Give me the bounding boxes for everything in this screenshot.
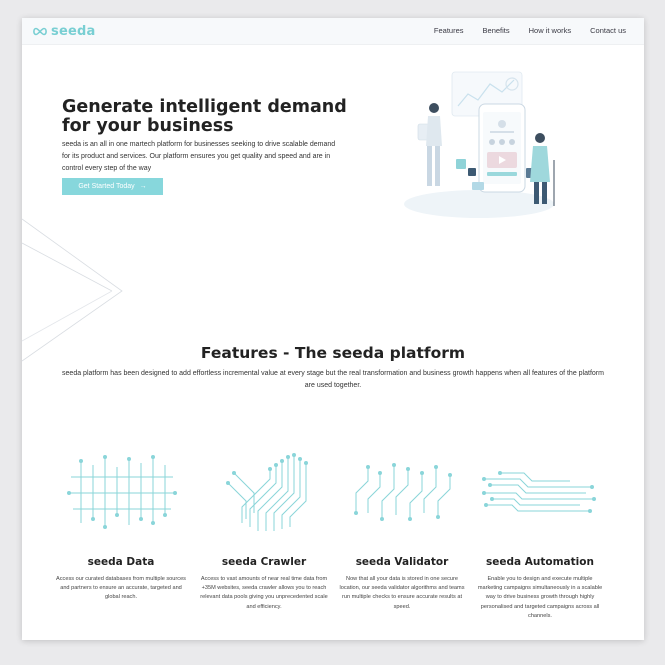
circuit-data-icon [67, 455, 177, 529]
feature-title-automation: seeda Automation [486, 556, 594, 568]
arrow-right-icon: → [139, 183, 147, 190]
infinity-logo-icon [33, 27, 47, 35]
get-started-label: Get Started Today [78, 183, 135, 190]
hero-title: Generate intelligent demand for your bus… [62, 97, 347, 136]
hero-illustration [404, 71, 555, 218]
feature-card-validator: seeda Validator Now that all your data i… [337, 453, 467, 610]
feature-card-automation: seeda Automation Enable you to design an… [475, 453, 605, 619]
nav-link-features[interactable]: Features [434, 26, 464, 35]
hero-description: seeda is an all in one martech platform … [62, 141, 336, 172]
top-navbar: seeda Features Benefits How it works Con… [22, 18, 644, 45]
feature-desc-automation: Enable you to design and execute multipl… [477, 576, 603, 619]
brand-name: seeda [51, 23, 96, 39]
feature-title-crawler: seeda Crawler [221, 556, 307, 568]
get-started-button[interactable]: Get Started Today → [62, 178, 163, 195]
circuit-crawler-icon [226, 453, 308, 531]
nav-link-how-it-works[interactable]: How it works [529, 26, 572, 35]
brand-logo[interactable]: seeda [32, 23, 95, 39]
nav-link-contact-us[interactable]: Contact us [590, 26, 626, 35]
feature-desc-data: Access our curated databases from multip… [56, 576, 186, 601]
page-frame: seeda Features Benefits How it works Con… [22, 18, 644, 640]
nav-link-benefits[interactable]: Benefits [483, 26, 510, 35]
feature-title-validator: seeda Validator [355, 556, 449, 568]
circuit-validator-icon [354, 463, 452, 521]
feature-desc-validator: Now that all your data is stored in one … [339, 576, 465, 610]
features-title: Features - The seeda platform [200, 344, 466, 362]
feature-desc-crawler: Access to vast amounts of near real time… [200, 576, 328, 610]
main-nav: Features Benefits How it works Contact u… [434, 26, 626, 35]
features-subtitle: seeda platform has been designed to add … [62, 370, 604, 389]
feature-card-data: seeda Data Access our curated databases … [56, 453, 186, 600]
feature-card-crawler: seeda Crawler Access to vast amounts of … [199, 453, 329, 610]
feature-title-data: seeda Data [87, 556, 155, 568]
circuit-automation-icon [482, 471, 596, 513]
decorative-lines [22, 218, 123, 362]
